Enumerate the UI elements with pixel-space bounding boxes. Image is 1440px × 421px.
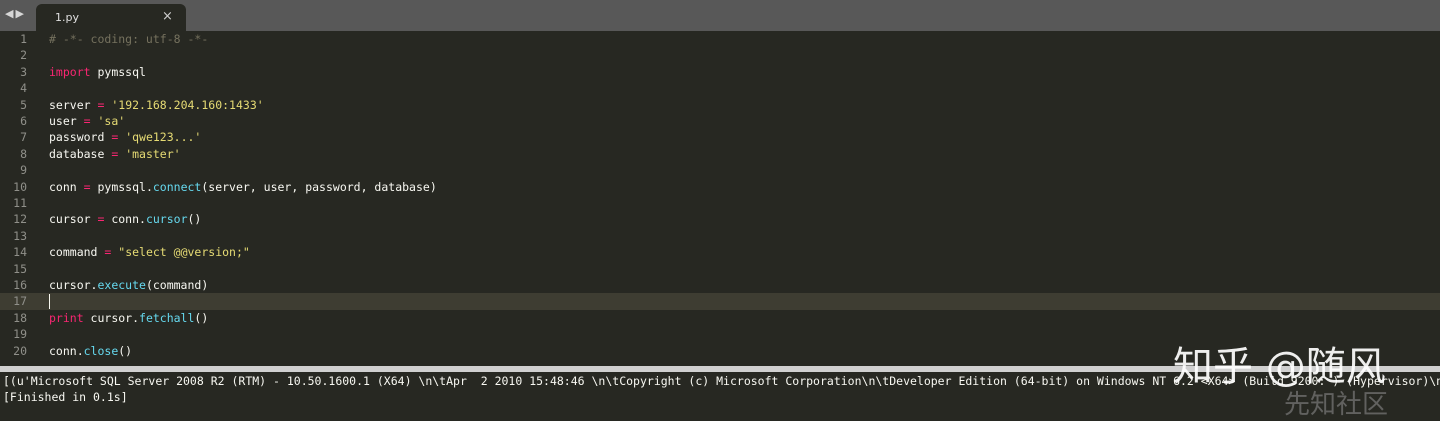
code-line[interactable]: 1 # -*- coding: utf-8 -*- [0, 31, 1440, 47]
code-text: password = 'qwe123...' [49, 130, 202, 145]
code-line[interactable]: 14 command = "select @@version;" [0, 244, 1440, 260]
code-text: conn = pymssql.connect(server, user, pas… [49, 179, 437, 194]
line-number: 2 [20, 48, 27, 63]
line-number: 10 [13, 179, 27, 194]
line-number: 14 [13, 245, 27, 260]
code-line[interactable]: 6 user = 'sa' [0, 113, 1440, 129]
line-number: 18 [13, 310, 27, 325]
code-text: server = '192.168.204.160:1433' [49, 97, 264, 112]
code-line[interactable]: 15 [0, 261, 1440, 277]
code-text: import pymssql [49, 64, 146, 79]
code-line[interactable]: 12 cursor = conn.cursor() [0, 211, 1440, 227]
tab-1py[interactable]: 1.py × [36, 4, 186, 31]
line-number: 5 [20, 97, 27, 112]
code-line[interactable]: 17 [0, 293, 1440, 310]
line-number: 12 [13, 212, 27, 227]
line-number: 3 [20, 64, 27, 79]
line-number: 4 [20, 81, 27, 96]
code-text: cursor = conn.cursor() [49, 212, 202, 227]
line-number: 6 [20, 114, 27, 128]
tab-nav-arrows-icon[interactable]: ◀▶ [5, 7, 26, 20]
code-editor[interactable]: 1 # -*- coding: utf-8 -*- 2 3 import pymssql… [0, 31, 1440, 366]
line-number: 7 [20, 130, 27, 145]
code-line[interactable]: 3 import pymssql [0, 64, 1440, 80]
line-number: 8 [20, 146, 27, 161]
line-number: 19 [13, 327, 27, 342]
close-icon[interactable]: × [162, 9, 173, 24]
code-line[interactable]: 7 password = 'qwe123...' [0, 129, 1440, 145]
line-number: 17 [13, 294, 27, 309]
code-text: print cursor.fetchall() [49, 310, 209, 325]
tab-title: 1.py [55, 11, 79, 24]
code-line[interactable]: 2 [0, 47, 1440, 63]
line-number: 16 [13, 278, 27, 292]
code-line[interactable]: 10 conn = pymssql.connect(server, user, p… [0, 179, 1440, 195]
line-number: 13 [13, 228, 27, 243]
output-line-finished: [Finished in 0.1s] [3, 390, 128, 404]
code-text: conn.close() [49, 343, 133, 358]
code-line[interactable]: 4 [0, 80, 1440, 96]
code-line[interactable]: 18 print cursor.fetchall() [0, 310, 1440, 326]
code-line[interactable]: 13 [0, 228, 1440, 244]
tab-bar: ◀▶ 1.py × [0, 0, 1440, 31]
code-text: database = 'master' [49, 146, 181, 161]
line-number: 15 [13, 261, 27, 276]
line-number: 1 [20, 32, 27, 46]
line-number: 20 [13, 343, 27, 358]
code-line[interactable]: 8 database = 'master' [0, 146, 1440, 162]
xianzhi-watermark: 先知社区 [1284, 390, 1389, 420]
code-text: cursor.execute(command) [49, 278, 209, 292]
code-line[interactable]: 16 cursor.execute(command) [0, 277, 1440, 293]
code-text: # -*- coding: utf-8 -*- [49, 32, 209, 46]
code-line[interactable]: 11 [0, 195, 1440, 211]
text-cursor [49, 294, 50, 310]
line-number: 9 [20, 163, 27, 178]
code-line[interactable]: 5 server = '192.168.204.160:1433' [0, 97, 1440, 113]
code-line[interactable]: 9 [0, 162, 1440, 178]
code-text: command = "select @@version;" [49, 245, 250, 260]
line-number: 11 [13, 196, 27, 210]
code-text: user = 'sa' [49, 114, 126, 128]
